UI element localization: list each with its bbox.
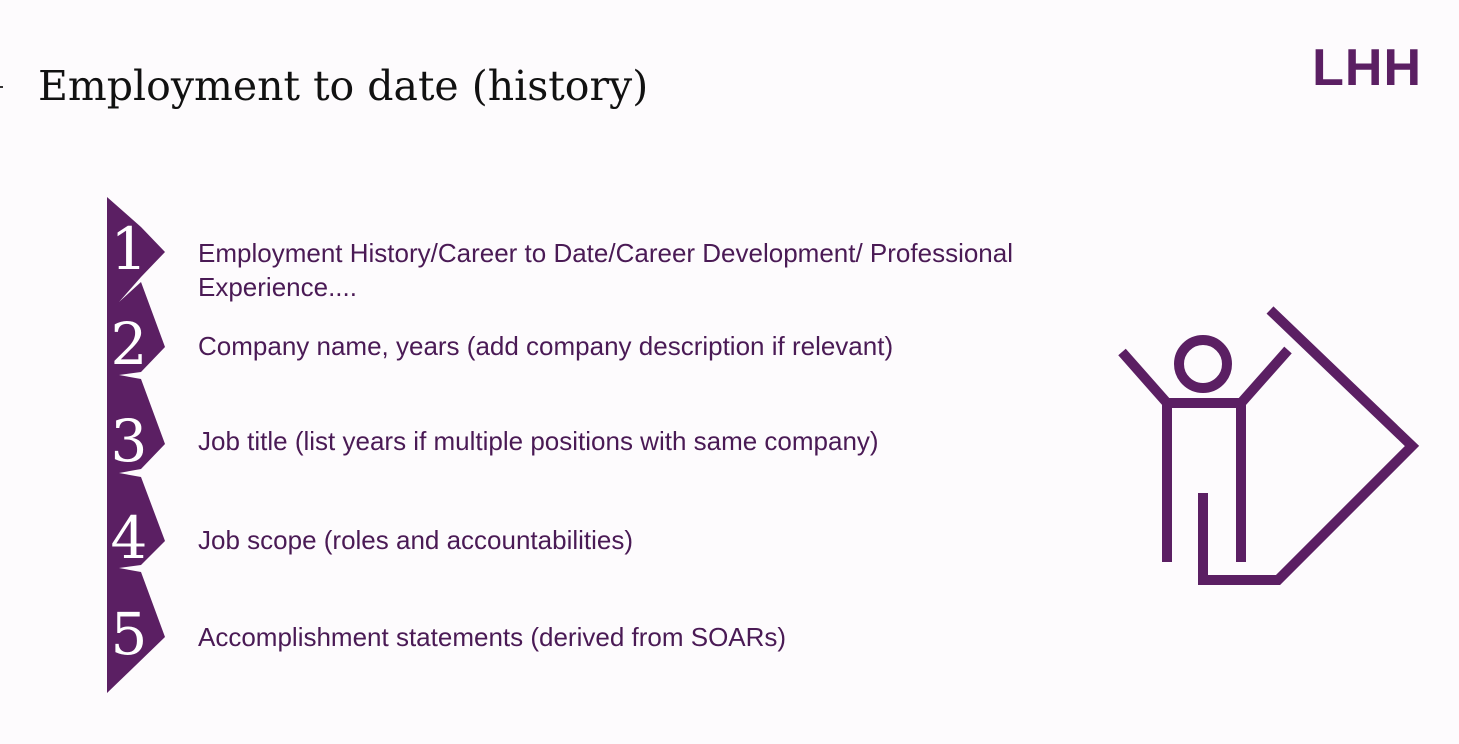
step-text-5: Accomplishment statements (derived from … <box>198 622 787 652</box>
step-number-1: 1 <box>110 215 148 283</box>
slide-title: Employment to date (history) <box>38 62 649 110</box>
step-number-5: 5 <box>110 600 148 668</box>
step-number-4: 4 <box>110 504 148 572</box>
person-arrow-icon <box>1110 300 1430 595</box>
numbered-step-band: 1 2 3 4 5 <box>107 197 169 693</box>
slide-edge-mark <box>0 86 3 88</box>
step-text-1: Employment History/Career to Date/Career… <box>198 238 1014 302</box>
lhh-logo: LHH <box>1312 39 1422 97</box>
step-text-3: Job title (list years if multiple positi… <box>198 426 879 456</box>
step-text-4: Job scope (roles and accountabilities) <box>198 525 634 555</box>
step-text-2: Company name, years (add company descrip… <box>198 331 894 361</box>
step-number-2: 2 <box>110 310 148 378</box>
step-number-3: 3 <box>110 407 148 475</box>
